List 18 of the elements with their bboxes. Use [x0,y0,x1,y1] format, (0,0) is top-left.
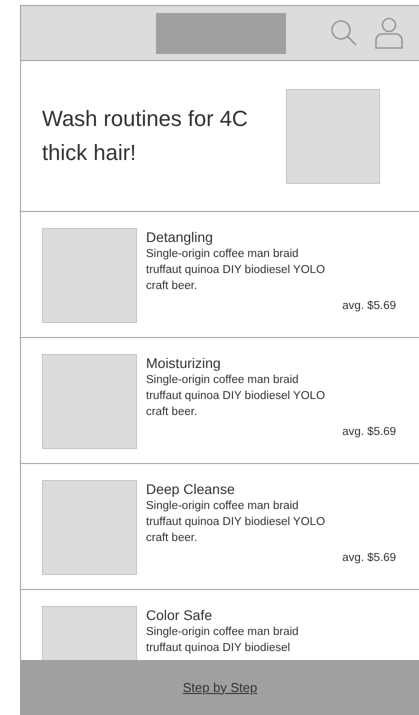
routine-item[interactable]: Detangling Single-origin coffee man braid truffaut quinoa DIY biodiesel YOLO craft beer. avg. $5.69 [21,212,419,338]
routine-name: Deep Cleanse [146,480,236,498]
search-icon[interactable] [330,19,358,47]
price-label: avg. $5.69 [342,299,396,314]
routine-description: Single-origin coffee man braid truffaut quinoa DIY biodiesel YOLO craft beer. [146,247,326,294]
routine-description: Single-origin coffee man braid truffaut quinoa DIY biodiesel YOLO craft beer. [146,373,326,420]
hero-title: Wash routines for 4C thick hair! [42,105,249,167]
routine-name: Moisturizing [146,354,222,372]
user-icon[interactable] [374,17,404,49]
routine-name: Detangling [146,228,214,246]
routine-description: Single-origin coffee man braid truffaut quinoa DIY biodiesel [146,625,300,656]
routine-item[interactable]: Deep Cleanse Single-origin coffee man braid truffaut quinoa DIY biodiesel YOLO craft beer. avg. $5.69 [21,464,419,590]
routine-name: Color Safe [146,606,214,624]
price-label: avg. $5.69 [342,425,396,440]
routine-description: Single-origin coffee man braid truffaut quinoa DIY biodiesel YOLO craft beer. [146,499,326,546]
price-label: avg. $5.69 [342,551,396,566]
step-by-step-link[interactable]: Step by Step [182,678,258,698]
routine-item[interactable]: Moisturizing Single-origin coffee man braid truffaut quinoa DIY biodiesel YOLO craft beer. avg. $5.69 [21,338,419,464]
